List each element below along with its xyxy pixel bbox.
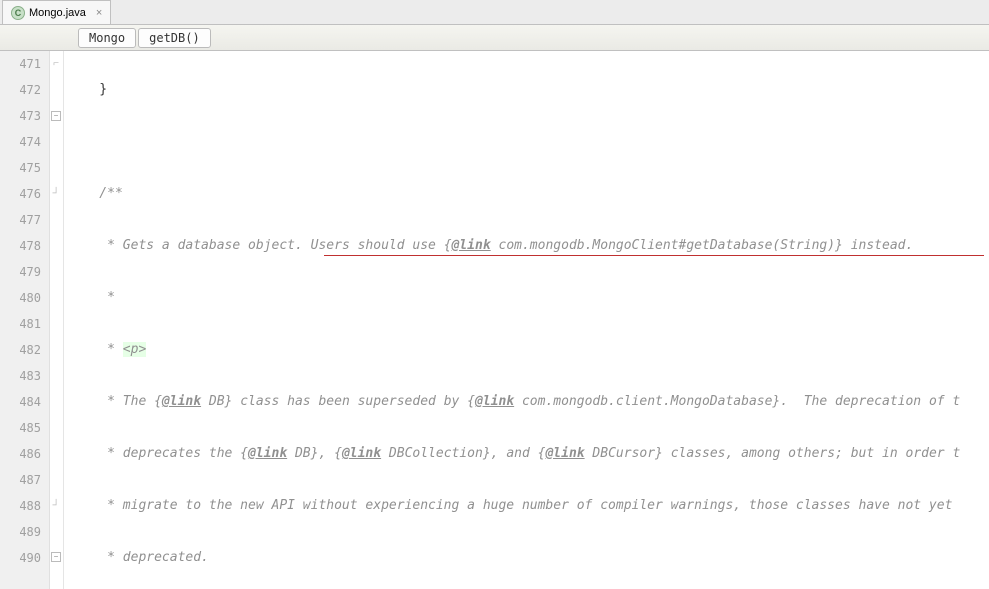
fold-toggle-icon[interactable]: − bbox=[51, 111, 61, 121]
line-number: 487 bbox=[0, 467, 41, 493]
code-line: * deprecates the {@link DB}, {@link DBCo… bbox=[64, 441, 989, 467]
fold-end-icon[interactable]: ┘ bbox=[51, 188, 61, 198]
line-number: 479 bbox=[0, 259, 41, 285]
line-number: 474 bbox=[0, 129, 41, 155]
error-underline bbox=[324, 255, 984, 256]
code-line: * <p> bbox=[64, 337, 989, 363]
code-line: * Gets a database object. Users should u… bbox=[64, 233, 989, 259]
fold-end-icon[interactable]: ⌐ bbox=[51, 58, 61, 68]
code-line: } bbox=[64, 77, 989, 103]
breadcrumb: Mongo getDB() bbox=[0, 25, 989, 51]
tab-bar: C Mongo.java × bbox=[0, 0, 989, 25]
file-tab[interactable]: C Mongo.java × bbox=[2, 0, 111, 24]
line-number: 486 bbox=[0, 441, 41, 467]
line-number: 484 bbox=[0, 389, 41, 415]
line-number: 476 bbox=[0, 181, 41, 207]
line-number: 482 bbox=[0, 337, 41, 363]
code-line: /** bbox=[64, 181, 989, 207]
code-line: * The {@link DB} class has been supersed… bbox=[64, 389, 989, 415]
line-number: 478 bbox=[0, 233, 41, 259]
breadcrumb-method[interactable]: getDB() bbox=[138, 28, 211, 48]
line-number: 480 bbox=[0, 285, 41, 311]
code-line: * migrate to the new API without experie… bbox=[64, 493, 989, 519]
code-line bbox=[64, 129, 989, 155]
tab-filename: Mongo.java bbox=[29, 7, 86, 19]
line-number: 475 bbox=[0, 155, 41, 181]
line-number: 472 bbox=[0, 77, 41, 103]
close-icon[interactable]: × bbox=[96, 7, 102, 19]
fold-gutter: ⌐ − ┘ ┘ − bbox=[50, 51, 64, 589]
fold-toggle-icon[interactable]: − bbox=[51, 552, 61, 562]
line-number-gutter: 471 472 473 474 475 476 477 478 479 480 … bbox=[0, 51, 50, 589]
editor-root: C Mongo.java × Mongo getDB() 471 472 473… bbox=[0, 0, 989, 589]
line-number: 477 bbox=[0, 207, 41, 233]
breadcrumb-class[interactable]: Mongo bbox=[78, 28, 136, 48]
line-number: 481 bbox=[0, 311, 41, 337]
fold-end-icon[interactable]: ┘ bbox=[51, 500, 61, 510]
code-line: * deprecated. bbox=[64, 545, 989, 571]
line-number: 489 bbox=[0, 519, 41, 545]
line-number: 488 bbox=[0, 493, 41, 519]
line-number: 473 bbox=[0, 103, 41, 129]
code-area: 471 472 473 474 475 476 477 478 479 480 … bbox=[0, 51, 989, 589]
line-number: 483 bbox=[0, 363, 41, 389]
java-class-icon: C bbox=[11, 6, 25, 20]
line-number: 485 bbox=[0, 415, 41, 441]
line-number: 490 bbox=[0, 545, 41, 571]
line-number: 471 bbox=[0, 51, 41, 77]
code-content[interactable]: } /** * Gets a database object. Users sh… bbox=[64, 51, 989, 589]
code-line: * bbox=[64, 285, 989, 311]
